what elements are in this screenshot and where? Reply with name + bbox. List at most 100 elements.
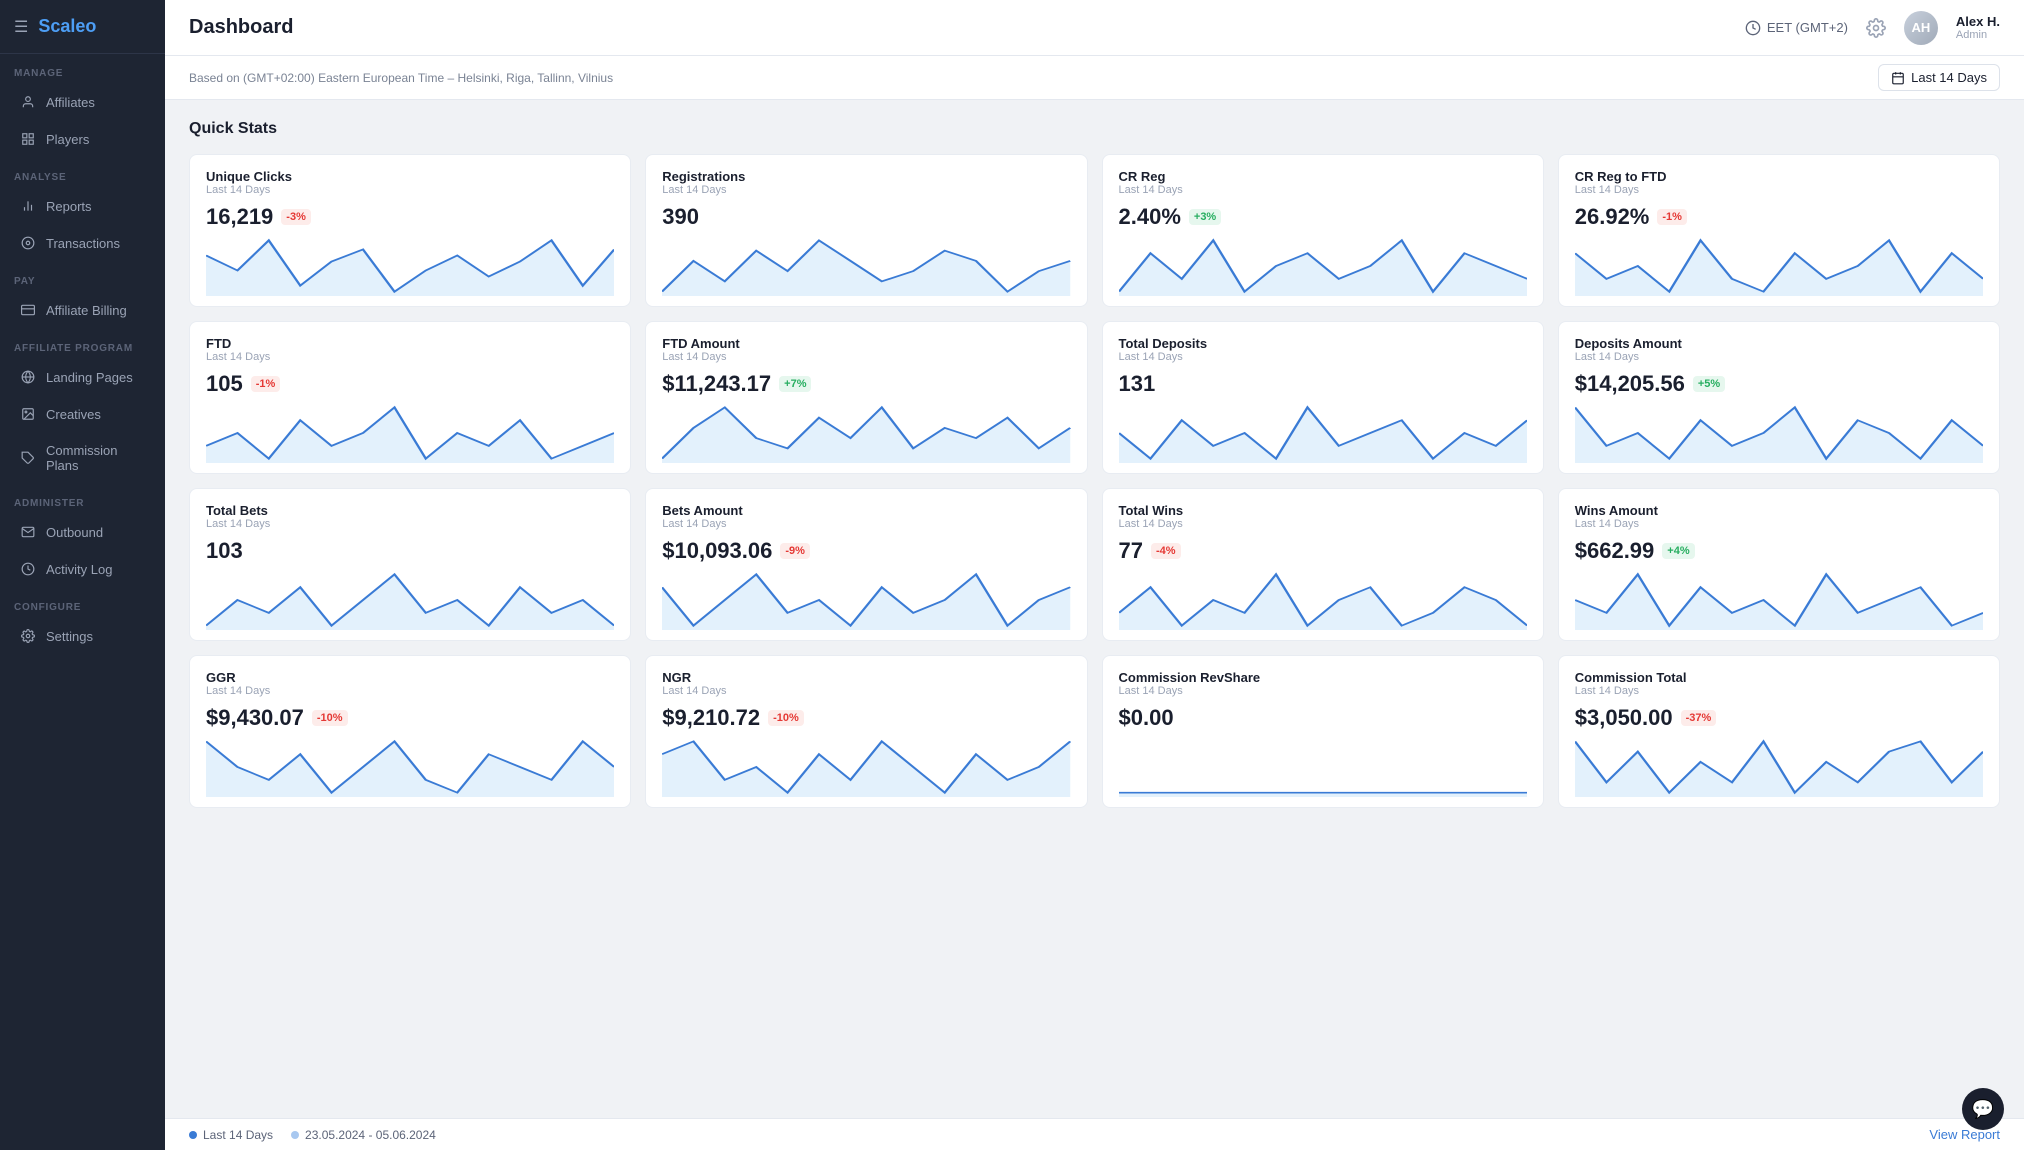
mini-chart [206, 737, 614, 797]
chat-bubble[interactable]: 💬 [1962, 1088, 2004, 1130]
date-range-label: Last 14 Days [1911, 70, 1987, 85]
stat-card: Registrations Last 14 Days 390 [645, 154, 1087, 307]
page-title: Dashboard [189, 16, 293, 39]
stat-card-header: Wins Amount Last 14 Days [1575, 503, 1983, 534]
stat-card: GGR Last 14 Days $9,430.07 -10% [189, 655, 631, 808]
clock-icon [1745, 20, 1761, 36]
bar-chart-icon [20, 198, 36, 214]
settings-icon[interactable] [1866, 18, 1886, 38]
sidebar-item-label: Activity Log [46, 562, 112, 577]
mini-chart [662, 403, 1070, 463]
sidebar-item-label: Transactions [46, 236, 120, 251]
sidebar-item-players[interactable]: Players [6, 121, 159, 157]
stat-card: FTD Last 14 Days 105 -1% [189, 321, 631, 474]
sidebar-item-creatives[interactable]: Creatives [6, 396, 159, 432]
stat-value-row: 390 [662, 204, 1070, 230]
stat-card-header: Commission Total Last 14 Days [1575, 670, 1983, 701]
stat-value: $11,243.17 [662, 371, 771, 397]
stat-value: $14,205.56 [1575, 371, 1685, 397]
stat-value-row: 26.92% -1% [1575, 204, 1983, 230]
stat-badge: +5% [1693, 376, 1725, 392]
tag-icon [20, 450, 36, 466]
stat-value-row: $10,093.06 -9% [662, 538, 1070, 564]
stat-card-header: NGR Last 14 Days [662, 670, 1070, 701]
stat-value-row: $11,243.17 +7% [662, 371, 1070, 397]
legend-item: 23.05.2024 - 05.06.2024 [291, 1128, 436, 1142]
content-area: Quick Stats Unique Clicks Last 14 Days 1… [165, 100, 2024, 1118]
stat-value-row: 16,219 -3% [206, 204, 614, 230]
stat-value: $10,093.06 [662, 538, 772, 564]
stat-label: CR Reg [1119, 169, 1527, 184]
stat-value: 131 [1119, 371, 1156, 397]
sidebar-item-landing-pages[interactable]: Landing Pages [6, 359, 159, 395]
stat-value-row: $3,050.00 -37% [1575, 705, 1983, 731]
stat-badge: -37% [1681, 710, 1717, 726]
stat-value-row: 131 [1119, 371, 1527, 397]
mini-chart [1119, 236, 1527, 296]
timezone-label: EET (GMT+2) [1767, 20, 1848, 35]
stat-value-row: 103 [206, 538, 614, 564]
menu-icon[interactable]: ☰ [14, 17, 28, 37]
mini-chart [1119, 403, 1527, 463]
stat-card: Total Deposits Last 14 Days 131 [1102, 321, 1544, 474]
sidebar-item-label: Affiliates [46, 95, 95, 110]
sidebar-item-affiliates[interactable]: Affiliates [6, 84, 159, 120]
mini-chart [1119, 570, 1527, 630]
stat-period: Last 14 Days [1575, 518, 1983, 530]
sidebar-item-activity-log[interactable]: Activity Log [6, 551, 159, 587]
stat-card-header: Total Wins Last 14 Days [1119, 503, 1527, 534]
sidebar-item-label: Players [46, 132, 89, 147]
stat-period: Last 14 Days [1119, 518, 1527, 530]
sidebar-item-transactions[interactable]: Transactions [6, 225, 159, 261]
stat-card-header: FTD Last 14 Days [206, 336, 614, 367]
stat-period: Last 14 Days [1119, 184, 1527, 196]
mini-chart [1575, 403, 1983, 463]
date-range-button[interactable]: Last 14 Days [1878, 64, 2000, 91]
stat-period: Last 14 Days [206, 685, 614, 697]
clock-icon [20, 561, 36, 577]
stat-period: Last 14 Days [662, 518, 1070, 530]
mini-chart [206, 236, 614, 296]
sidebar-item-settings[interactable]: Settings [6, 618, 159, 654]
stat-label: Total Wins [1119, 503, 1527, 518]
calendar-icon [1891, 71, 1905, 85]
stat-value: $9,430.07 [206, 705, 304, 731]
sidebar-item-label: Outbound [46, 525, 103, 540]
stat-value: 103 [206, 538, 243, 564]
stat-card-header: Bets Amount Last 14 Days [662, 503, 1070, 534]
stat-period: Last 14 Days [206, 184, 614, 196]
image-icon [20, 406, 36, 422]
stat-value-row: $9,430.07 -10% [206, 705, 614, 731]
stat-value: $0.00 [1119, 705, 1174, 731]
stat-value: 77 [1119, 538, 1143, 564]
stat-card-header: FTD Amount Last 14 Days [662, 336, 1070, 367]
quick-stats-title: Quick Stats [189, 120, 2000, 138]
stat-card: Deposits Amount Last 14 Days $14,205.56 … [1558, 321, 2000, 474]
stat-badge: -4% [1151, 543, 1181, 559]
stat-label: FTD Amount [662, 336, 1070, 351]
stat-card: Wins Amount Last 14 Days $662.99 +4% [1558, 488, 2000, 641]
mini-chart [206, 570, 614, 630]
stat-badge: -10% [768, 710, 804, 726]
legend-label: 23.05.2024 - 05.06.2024 [305, 1128, 436, 1142]
topbar-right: EET (GMT+2) AH Alex H. Admin [1745, 11, 2000, 45]
stat-label: CR Reg to FTD [1575, 169, 1983, 184]
sidebar-item-commission-plans[interactable]: Commission Plans [6, 433, 159, 483]
view-report-link[interactable]: View Report [1929, 1127, 2000, 1142]
person-icon [20, 94, 36, 110]
sidebar-section-label: PAY [0, 262, 165, 291]
stat-value-row: $662.99 +4% [1575, 538, 1983, 564]
subbar: Based on (GMT+02:00) Eastern European Ti… [165, 56, 2024, 100]
stat-card-header: CR Reg Last 14 Days [1119, 169, 1527, 200]
sidebar-item-affiliate-billing[interactable]: Affiliate Billing [6, 292, 159, 328]
mini-chart [1575, 737, 1983, 797]
sidebar-item-label: Commission Plans [46, 443, 145, 473]
stat-card: CR Reg to FTD Last 14 Days 26.92% -1% [1558, 154, 2000, 307]
stat-value: 390 [662, 204, 699, 230]
sidebar-item-outbound[interactable]: Outbound [6, 514, 159, 550]
user-name: Alex H. [1956, 14, 2000, 29]
stat-card-header: GGR Last 14 Days [206, 670, 614, 701]
avatar: AH [1904, 11, 1938, 45]
sidebar-item-reports[interactable]: Reports [6, 188, 159, 224]
stat-card: Total Wins Last 14 Days 77 -4% [1102, 488, 1544, 641]
